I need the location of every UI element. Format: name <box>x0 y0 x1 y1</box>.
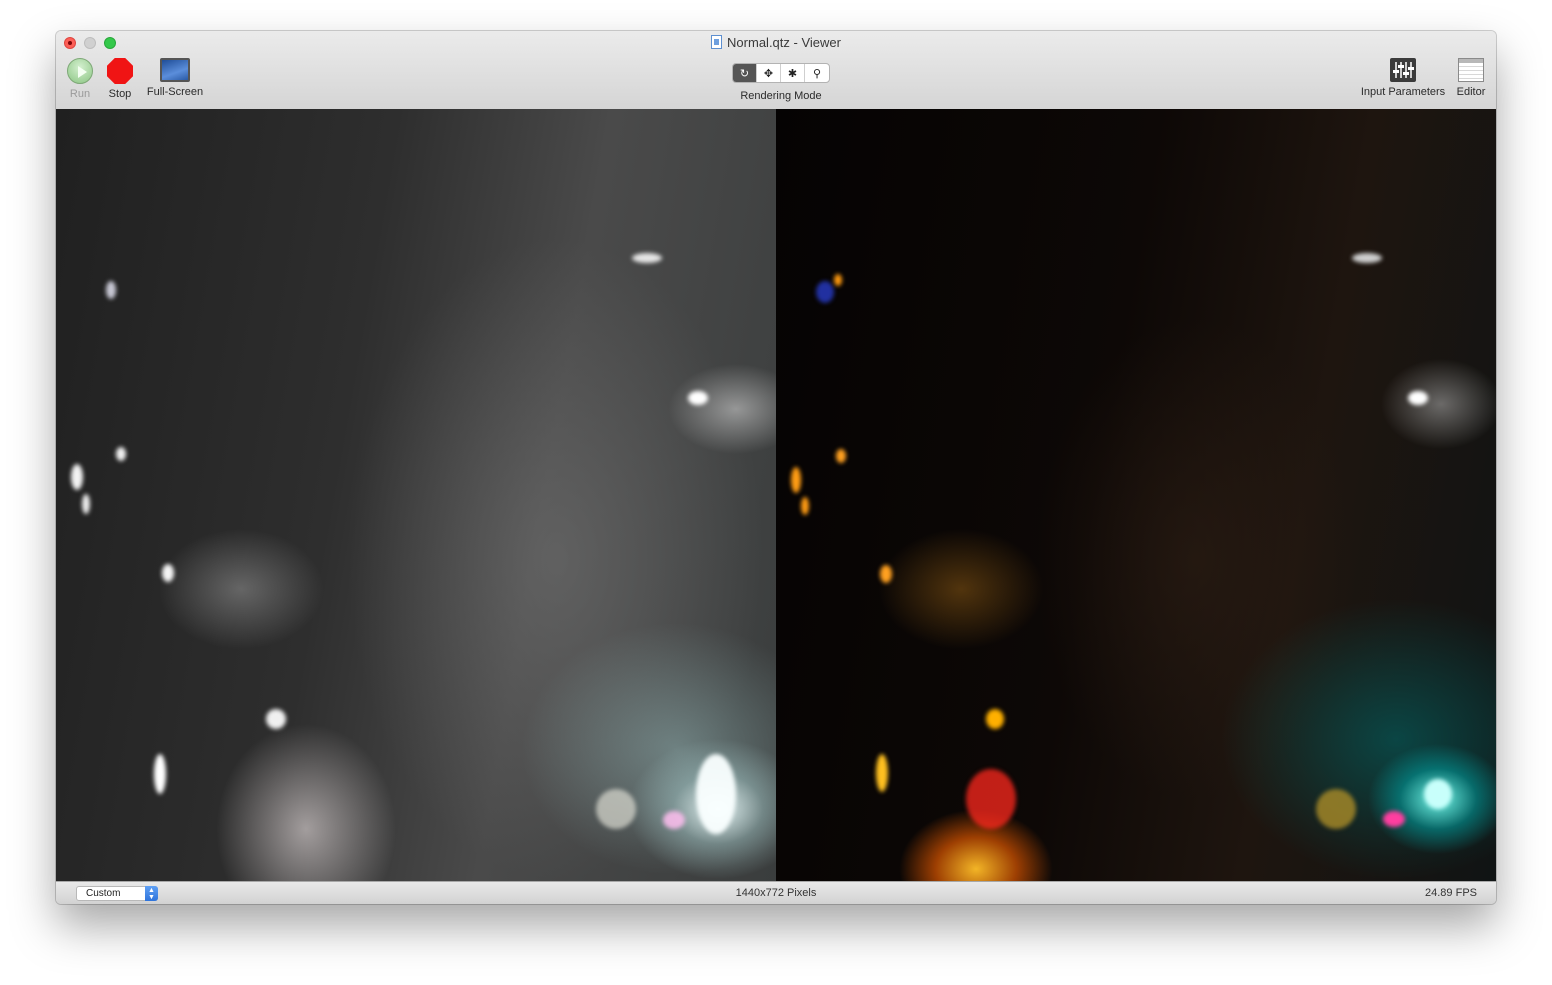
monitor-icon <box>160 58 190 82</box>
light-spot <box>266 709 286 729</box>
light-spot <box>801 497 809 515</box>
rotate-mode-button[interactable]: ↻ <box>733 64 757 82</box>
stop-button[interactable]: Stop <box>105 58 135 100</box>
viewer-window: Normal.qtz - Viewer Run Stop Full-Screen… <box>56 31 1496 904</box>
rendering-mode-control[interactable]: ↻ ✥ ✱ ⚲ <box>732 63 830 83</box>
fps-readout: 24.89 FPS <box>1425 887 1477 899</box>
run-button[interactable]: Run <box>66 58 94 100</box>
full-screen-label: Full-Screen <box>146 86 204 98</box>
magnifier-icon: ⚲ <box>812 67 822 80</box>
bug-icon: ✱ <box>787 67 798 80</box>
light-spot <box>986 709 1004 729</box>
light-spot <box>162 564 174 582</box>
light-spot <box>696 754 736 834</box>
light-spot <box>816 281 834 303</box>
full-screen-button[interactable]: Full-Screen <box>144 58 206 98</box>
rotate-icon: ↻ <box>739 67 750 80</box>
stop-sign-icon <box>107 58 133 84</box>
render-viewport[interactable] <box>56 109 1496 881</box>
move-icon: ✥ <box>763 67 774 80</box>
light-spot <box>71 464 83 490</box>
window-title: Normal.qtz - Viewer <box>56 35 1496 50</box>
light-spot <box>1408 391 1428 405</box>
input-parameters-label: Input Parameters <box>1360 86 1446 98</box>
sliders-icon <box>1390 58 1416 82</box>
editor-icon <box>1458 58 1484 82</box>
light-spot <box>116 447 126 461</box>
grayscale-render-pane <box>56 109 776 881</box>
color-render-pane <box>776 109 1496 881</box>
light-spot <box>82 494 90 514</box>
status-bar: Custom ▲ ▼ 1440x772 Pixels 24.89 FPS <box>56 881 1496 904</box>
light-spot <box>1424 779 1452 809</box>
editor-button[interactable]: Editor <box>1454 58 1488 98</box>
light-spot <box>106 281 116 299</box>
light-spot <box>663 811 685 829</box>
light-spot <box>791 467 801 493</box>
light-spot <box>632 253 662 263</box>
input-parameters-button[interactable]: Input Parameters <box>1356 58 1450 98</box>
stop-label: Stop <box>108 88 132 100</box>
light-spot <box>834 274 842 286</box>
debug-mode-button[interactable]: ✱ <box>781 64 805 82</box>
title-bar-toolbar: Normal.qtz - Viewer Run Stop Full-Screen… <box>56 31 1496 110</box>
light-spot <box>836 449 846 463</box>
editor-label: Editor <box>1456 86 1486 98</box>
rendering-mode-label: Rendering Mode <box>740 90 822 102</box>
light-spot <box>1352 253 1382 263</box>
run-label: Run <box>69 88 91 100</box>
document-icon <box>711 35 723 49</box>
light-spot <box>876 754 888 792</box>
light-spot <box>880 565 892 583</box>
resolution-readout: 1440x772 Pixels <box>735 887 817 899</box>
move-mode-button[interactable]: ✥ <box>757 64 781 82</box>
light-spot <box>1383 811 1405 827</box>
light-spot <box>596 789 636 829</box>
light-spot <box>154 754 166 794</box>
zoom-mode-button[interactable]: ⚲ <box>805 64 829 82</box>
window-title-text: Normal.qtz - Viewer <box>727 35 841 50</box>
neon-sign <box>966 769 1016 829</box>
play-icon <box>67 58 93 84</box>
light-spot <box>1316 789 1356 829</box>
light-spot <box>688 391 708 405</box>
